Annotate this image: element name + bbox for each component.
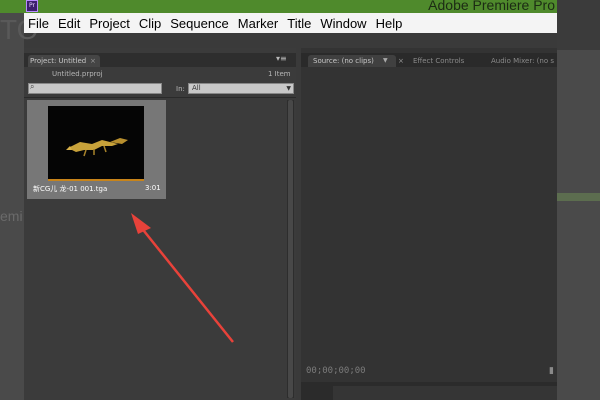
menu-help[interactable]: Help: [372, 16, 407, 31]
item-count: 1 Item: [268, 70, 291, 78]
title-bar-edge: [557, 0, 600, 50]
in-filter-value: All: [192, 84, 201, 92]
in-label: In:: [176, 85, 185, 93]
background-left-strip: TO emi: [0, 0, 38, 400]
close-icon[interactable]: ×: [90, 55, 96, 67]
project-file-name: Untitled.prproj: [52, 70, 103, 78]
search-input[interactable]: ⌕: [28, 82, 162, 94]
menu-clip[interactable]: Clip: [135, 16, 165, 31]
clip-duration: 3:01: [145, 184, 161, 192]
timecode-display[interactable]: 00;00;00;00: [306, 366, 366, 376]
menu-project[interactable]: Project: [85, 16, 133, 31]
source-monitor-panel: Source: (no clips) ▼ × Effect Controls A…: [301, 48, 557, 400]
close-icon[interactable]: ×: [398, 55, 404, 67]
menu-window[interactable]: Window: [316, 16, 370, 31]
tab-audio-mixer[interactable]: Audio Mixer: (no s: [491, 55, 554, 67]
in-filter-select[interactable]: All ▼: [188, 83, 294, 94]
vertical-scrollbar[interactable]: [287, 100, 294, 398]
scrollbar-thumb[interactable]: [288, 100, 293, 398]
background-right-strip: [557, 50, 600, 400]
menu-title[interactable]: Title: [283, 16, 315, 31]
premiere-app-icon: Pr: [26, 0, 38, 12]
chevron-down-icon[interactable]: ▼: [383, 55, 388, 67]
clip-thumbnail-card[interactable]: 新CG儿 龙-01 001.tga 3:01: [27, 100, 166, 199]
tab-effect-controls[interactable]: Effect Controls: [413, 55, 464, 67]
window-title: Adobe Premiere Pro: [428, 0, 555, 13]
menu-sequence[interactable]: Sequence: [166, 16, 233, 31]
clip-thumbnail-image: [48, 106, 144, 181]
menu-marker[interactable]: Marker: [234, 16, 282, 31]
time-ruler[interactable]: [333, 386, 557, 400]
search-icon: ⌕: [30, 82, 35, 91]
menu-bar: File Edit Project Clip Sequence Marker T…: [24, 13, 557, 33]
title-bar: Pr Adobe Premiere Pro: [0, 0, 600, 13]
project-panel: Project: Untitled × ▾≡ Untitled.prproj 1…: [24, 48, 296, 400]
source-controls-bar: [301, 382, 557, 400]
chevron-down-icon: ▼: [286, 85, 291, 92]
clip-name: 新CG儿 龙-01 001.tga: [33, 185, 108, 193]
background-text: emi: [0, 208, 23, 224]
background-green-band: [557, 193, 600, 201]
panel-menu-icon[interactable]: ▾≡: [276, 54, 287, 63]
dragon-thumbnail-icon: [66, 138, 128, 157]
menu-file[interactable]: File: [24, 16, 53, 31]
fit-icon[interactable]: ▮: [549, 366, 554, 376]
menu-edit[interactable]: Edit: [54, 16, 84, 31]
divider: [24, 97, 296, 98]
